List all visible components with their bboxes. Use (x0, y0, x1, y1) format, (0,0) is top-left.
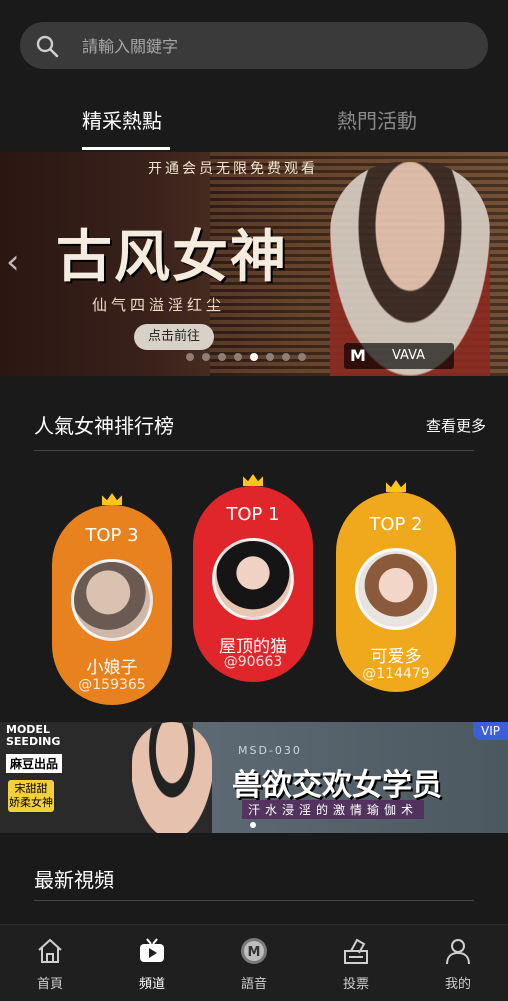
user-icon (446, 939, 470, 965)
rank-name: 可爱多 (370, 647, 422, 667)
rank-card-top2[interactable]: TOP 2 可爱多 @114479 (336, 480, 456, 692)
carousel-dot[interactable] (282, 353, 290, 361)
search-icon (36, 35, 59, 58)
carousel-dot[interactable] (266, 353, 274, 361)
ad-banner[interactable]: MODEL SEEDING 麻豆出品 宋甜甜 娇柔女神 MSD-030 兽欲交欢… (0, 722, 508, 833)
ranking-more-link[interactable]: 查看更多 (426, 415, 486, 436)
ad-actress-tag: 宋甜甜 娇柔女神 (8, 780, 54, 812)
ad-logo-line2: SEEDING (6, 735, 61, 748)
carousel-dot[interactable] (202, 353, 210, 361)
nav-channel[interactable]: 頻道 (112, 925, 192, 1001)
avatar (71, 559, 153, 641)
banner-cta-button[interactable]: 点击前往 (134, 324, 214, 350)
crown-icon (386, 480, 406, 492)
crown-icon (102, 493, 122, 505)
avatar (212, 538, 294, 620)
rank-uid: @159365 (78, 677, 146, 693)
carousel-dot[interactable] (234, 353, 242, 361)
avatar (355, 548, 437, 630)
nav-home-label: 首頁 (36, 977, 63, 992)
rank-name: 小娘子 (86, 658, 138, 678)
latest-title: 最新視頻 (34, 868, 114, 892)
banner-brand: M VAVA (344, 343, 454, 369)
svg-text:M: M (248, 945, 261, 960)
nav-vote[interactable]: 投票 (316, 925, 396, 1001)
banner-top-line: 开通会员无限免费观看 (148, 161, 318, 177)
ranking-title: 人氣女神排行榜 (34, 414, 174, 438)
voice-icon: M (241, 938, 267, 964)
ad-subtitle: 汗水浸淫的激情瑜伽术 (242, 800, 425, 819)
carousel-dot[interactable] (298, 353, 306, 361)
carousel-dot[interactable] (250, 353, 258, 361)
nav-home[interactable]: 首頁 (10, 925, 90, 1001)
home-icon (38, 938, 62, 963)
tab-highlights[interactable]: 精采熱點 (82, 105, 162, 134)
nav-voice[interactable]: M 語音 (214, 925, 294, 1001)
nav-mine[interactable]: 我的 (418, 925, 498, 1001)
chevron-left-icon[interactable]: ‹ (6, 242, 20, 282)
rank-label: TOP 1 (226, 504, 280, 525)
carousel-dots (186, 353, 306, 361)
brand-logo-icon: M (350, 346, 366, 365)
hero-banner[interactable]: ‹ 开通会员无限免费观看 古风女神 仙气四溢淫红尘 点击前往 M VAVA (0, 152, 508, 376)
rank-label: TOP 3 (85, 525, 139, 546)
latest-divider (34, 900, 474, 901)
rank-label: TOP 2 (369, 514, 423, 535)
ad-studio-label: 麻豆出品 (6, 754, 63, 773)
rank-uid: @114479 (362, 666, 430, 682)
crown-icon (243, 474, 263, 486)
ad-model-image (132, 722, 212, 833)
carousel-dot[interactable] (186, 353, 194, 361)
ranking-divider (34, 450, 474, 451)
ad-headline: 兽欲交欢女学员 (232, 768, 442, 803)
tv-icon (140, 938, 164, 962)
nav-vote-label: 投票 (342, 977, 369, 992)
nav-channel-label: 頻道 (138, 977, 165, 992)
banner-subtitle: 仙气四溢淫红尘 (92, 296, 226, 314)
carousel-dot[interactable] (218, 353, 226, 361)
ad-carousel-dot (250, 822, 256, 828)
bottom-nav: 首頁 頻道 M 語音 投票 我的 (0, 924, 508, 1001)
nav-voice-label: 語音 (240, 977, 267, 992)
vip-badge: VIP (473, 722, 508, 740)
search-bar[interactable] (20, 22, 488, 71)
rank-card-top1[interactable]: TOP 1 屋顶的猫 @90663 (193, 474, 313, 682)
ad-code: MSD-030 (238, 744, 302, 757)
vote-icon (344, 938, 368, 964)
rank-card-top3[interactable]: TOP 3 小娘子 @159365 (52, 493, 172, 705)
banner-title: 古风女神 (56, 224, 288, 290)
brand-name: VAVA (392, 348, 426, 363)
ad-brand-logo: MODEL SEEDING (6, 724, 60, 748)
tab-events[interactable]: 熱門活動 (337, 105, 417, 134)
nav-mine-label: 我的 (444, 977, 471, 992)
tab-active-indicator (82, 147, 170, 150)
search-input[interactable] (80, 22, 474, 71)
rank-uid: @90663 (223, 654, 283, 670)
